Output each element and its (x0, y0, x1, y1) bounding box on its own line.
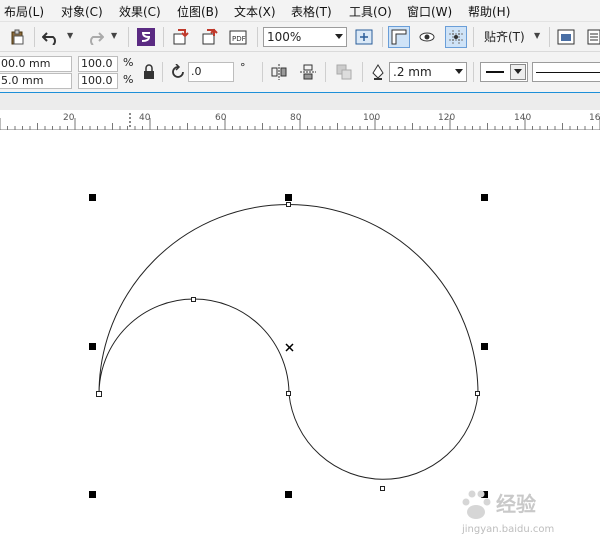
svg-text:PDF: PDF (232, 35, 246, 43)
outline-width-dropdown[interactable]: .2 mm (389, 62, 467, 82)
scale-x-percent: % (123, 56, 134, 69)
property-bar: 00.0 mm 5.0 mm 100.0 100.0 % % .0 ° .2 m… (0, 52, 600, 93)
node-inner-right[interactable] (286, 391, 291, 396)
watermark: 经验 jingyan.baidu.com (456, 486, 596, 544)
node-bottom[interactable] (380, 486, 385, 491)
selection-handle-middle-right[interactable] (481, 343, 488, 350)
selection-handle-middle-left[interactable] (89, 343, 96, 350)
lock-ratio-icon[interactable] (138, 61, 160, 83)
ruler-label-100: 100 (363, 113, 381, 123)
menu-window[interactable]: 窗口(W) (407, 3, 452, 20)
outline-pen-icon (367, 61, 389, 83)
standard-toolbar: ▼ ▼ PDF 100% 贴齐(T) ▼ (0, 22, 600, 52)
object-width-field[interactable]: 00.0 mm (0, 56, 72, 72)
undo-icon[interactable] (40, 26, 62, 48)
more-options-icon[interactable] (583, 26, 600, 48)
object-height-field[interactable]: 5.0 mm (0, 73, 72, 89)
menu-help[interactable]: 帮助(H) (468, 3, 510, 20)
selection-handle-bottom-middle[interactable] (285, 491, 292, 498)
scale-y-field[interactable]: 100.0 (78, 73, 118, 89)
paste-icon[interactable] (6, 26, 28, 48)
baidu-paw-logo-icon (462, 490, 491, 519)
ruler-label-140: 140 (514, 113, 532, 123)
node-right[interactable] (475, 391, 480, 396)
selection-handle-bottom-left[interactable] (89, 491, 96, 498)
redo-icon[interactable] (84, 26, 106, 48)
watermark-brand: 经验 (496, 492, 536, 516)
selection-handle-top-right[interactable] (481, 194, 488, 201)
show-rulers-icon[interactable] (388, 26, 410, 48)
redo-dropdown-icon[interactable]: ▼ (111, 32, 119, 40)
options-icon[interactable] (555, 26, 577, 48)
scale-y-percent: % (123, 73, 134, 86)
snap-to-menu[interactable]: 贴齐(T) (484, 28, 525, 45)
selection-handle-top-left[interactable] (89, 194, 96, 201)
zoom-levels-dropdown[interactable]: 100% (263, 27, 347, 47)
menu-table[interactable]: 表格(T) (291, 3, 332, 20)
curve-path[interactable] (98, 204, 479, 480)
selection-handle-top-middle[interactable] (285, 194, 292, 201)
zoom-value: 100% (267, 30, 302, 44)
ruler-band (0, 93, 600, 110)
menu-bar: 布局(L) 对象(C) 效果(C) 位图(B) 文本(X) 表格(T) 工具(O… (0, 0, 600, 22)
export-icon[interactable] (199, 26, 221, 48)
ruler-label-60: 60 (215, 113, 227, 123)
start-arrowhead-dropdown[interactable] (480, 62, 528, 82)
rotation-angle-field[interactable]: .0 (188, 62, 234, 82)
launcher-icon[interactable] (135, 26, 157, 48)
outline-width-value: .2 mm (393, 65, 432, 79)
mirror-horizontal-icon[interactable] (268, 61, 290, 83)
scale-x-field[interactable]: 100.0 (78, 56, 118, 72)
rotate-icon (167, 61, 189, 83)
ruler-label-120: 120 (438, 113, 456, 123)
snap-dropdown-icon[interactable]: ▼ (534, 32, 542, 40)
menu-layout[interactable]: 布局(L) (4, 3, 44, 20)
full-screen-icon[interactable] (353, 26, 375, 48)
menu-effects[interactable]: 效果(C) (119, 3, 161, 20)
view-icon[interactable] (416, 26, 438, 48)
menu-tools[interactable]: 工具(O) (349, 3, 392, 20)
node-start[interactable] (96, 391, 102, 397)
publish-pdf-icon[interactable]: PDF (228, 26, 250, 48)
import-icon[interactable] (170, 26, 192, 48)
ruler-label-40: 40 (139, 113, 151, 123)
grid-icon[interactable] (445, 26, 467, 48)
ruler-label-80: 80 (290, 113, 302, 123)
ruler-label-160: 16 (589, 113, 600, 123)
ruler-label-20: 20 (63, 113, 75, 123)
undo-dropdown-icon[interactable]: ▼ (67, 32, 75, 40)
combine-icon[interactable] (333, 61, 355, 83)
horizontal-ruler[interactable]: 20 40 60 80 100 120 140 16 (0, 110, 600, 130)
line-style-dropdown[interactable] (532, 62, 600, 82)
menu-text[interactable]: 文本(X) (234, 3, 276, 20)
node-inner-top[interactable] (191, 297, 196, 302)
node-top[interactable] (286, 202, 291, 207)
mirror-vertical-icon[interactable] (297, 61, 319, 83)
menu-object[interactable]: 对象(C) (61, 3, 103, 20)
degree-symbol: ° (240, 61, 246, 74)
center-marker-icon[interactable] (285, 343, 294, 352)
menu-bitmaps[interactable]: 位图(B) (177, 3, 219, 20)
watermark-url: jingyan.baidu.com (462, 524, 555, 535)
